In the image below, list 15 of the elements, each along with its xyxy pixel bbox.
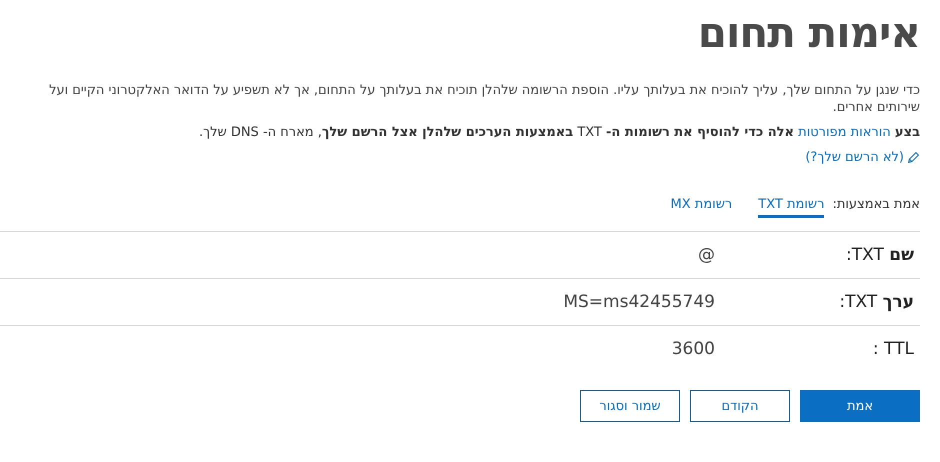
record-type-tab[interactable]: רשומת MX [670, 195, 732, 218]
verify-button[interactable]: אמת [800, 390, 920, 422]
field-label: TTL : [872, 339, 915, 359]
verify-by-label: אמת באמצעות: [832, 196, 920, 212]
field-value: 3600 [672, 339, 715, 359]
record-type-tab[interactable]: רשומת TXT [758, 195, 824, 218]
pencil-icon [907, 151, 920, 164]
instructions-link[interactable]: הוראות מפורטות [798, 125, 891, 140]
field-value: @ [698, 245, 715, 265]
description-text: כדי שנגן על התחום שלך, עליך להוכיח את בעלותך עליו. הוספת הרשומה שלהלן תוכיח את בעלותך על התחום, אך לא תשפיע על הדואר האלקטרוני הקיים ועל שירותים אחרים. [48, 82, 920, 116]
secondary-button[interactable]: הקודם [690, 390, 790, 422]
secondary-button[interactable]: שמור וסגור [580, 390, 680, 422]
field-value: MS=ms42455749 [563, 292, 715, 312]
page-title: אימות תחום [696, 8, 920, 57]
registrar-link[interactable]: (לא הרשם שלך?) [805, 149, 920, 166]
